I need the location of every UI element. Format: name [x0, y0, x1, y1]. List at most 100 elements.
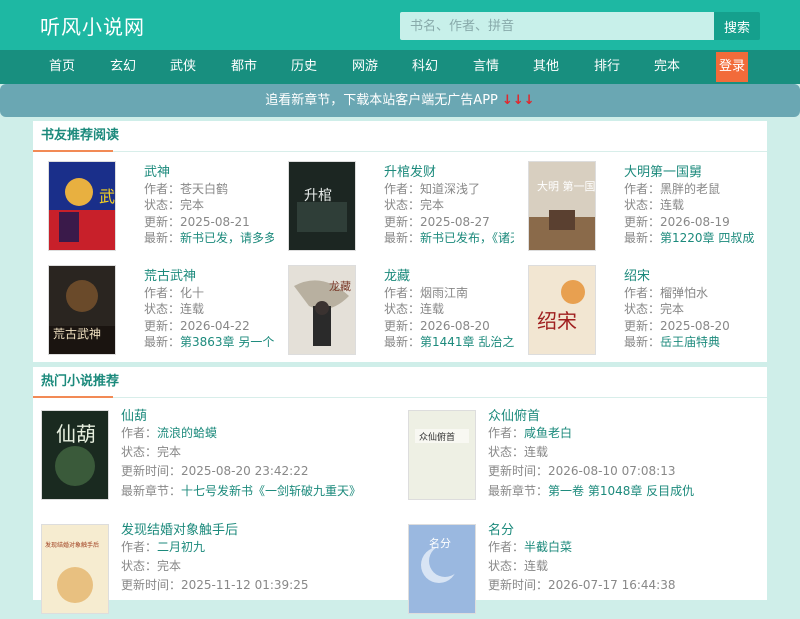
book-latest[interactable]: 最新章节：第一卷 第1048章 反目成仇 [488, 482, 694, 499]
book-status: 状态：完本 [121, 559, 182, 573]
book-author[interactable]: 作者：二月初九 [121, 538, 205, 555]
book-cover[interactable]: 仙葫 [41, 410, 109, 500]
login-button[interactable]: 登录 [716, 52, 748, 82]
book-author: 作者：烟雨江南 [384, 286, 469, 300]
recommend-panel: 书友推荐阅读 武神 武神 作者：苍天白鹤 状态：完本 更新：2025-08-21… [33, 121, 767, 362]
book-cover[interactable]: 武神 [48, 161, 116, 251]
book-status: 状态：连载 [624, 198, 685, 212]
book-title[interactable]: 名分 [488, 519, 514, 538]
book-status: 状态：完本 [121, 445, 182, 459]
down-arrows-icon: ↓↓↓ [502, 93, 535, 108]
app-download-banner[interactable]: 追看新章节，下载本站客户端无广告APP ↓↓↓ [0, 84, 800, 117]
book-item[interactable]: 龙藏 龙藏 作者：烟雨江南 状态：连载 更新：2026-08-20 最新：第14… [288, 265, 514, 360]
nav-item-yanqing[interactable]: 言情 [466, 50, 506, 84]
book-cover[interactable]: 发现结婚对象触手后 [41, 524, 109, 614]
nav-item-paihang[interactable]: 排行 [587, 50, 627, 84]
book-cover[interactable]: 荒古武神 [48, 265, 116, 355]
nav-item-xuanhuan[interactable]: 玄幻 [103, 50, 143, 84]
cover-title-xianhu: 仙葫 [56, 422, 96, 446]
book-updated: 更新：2026-08-20 [384, 319, 490, 333]
nav-item-lishi[interactable]: 历史 [284, 50, 324, 84]
book-updated: 更新时间：2025-08-20 23:42:22 [121, 464, 309, 478]
book-item[interactable]: 武神 武神 作者：苍天白鹤 状态：完本 更新：2025-08-21 最新：新书已… [48, 161, 274, 256]
book-title[interactable]: 发现结婚对象触手后 [121, 519, 238, 538]
cover-title-shaosong: 绍宋 [537, 309, 577, 333]
nav-item-kehuan[interactable]: 科幻 [405, 50, 445, 84]
hot-title: 热门小说推荐 [33, 367, 767, 398]
hot-book-item[interactable]: 名分 名分 作者：半截白菜 状态：连载 更新时间：2026-07-17 16:4… [408, 519, 738, 619]
book-title[interactable]: 升棺发财 [384, 161, 436, 180]
book-author: 作者：黑胖的老鼠 [624, 182, 721, 196]
book-latest[interactable]: 最新：第1220章 四叔成了 [624, 229, 754, 246]
book-updated: 更新：2025-08-27 [384, 215, 490, 229]
book-cover[interactable]: 大明 第一国舅 [528, 161, 596, 251]
book-title[interactable]: 武神 [144, 161, 170, 180]
book-title[interactable]: 绍宋 [624, 265, 650, 284]
search-input[interactable] [400, 12, 714, 40]
cover-title-longcang: 龙藏 [329, 280, 351, 293]
nav-item-wuxia[interactable]: 武侠 [163, 50, 203, 84]
book-item[interactable]: 大明 第一国舅 大明第一国舅 作者：黑胖的老鼠 状态：连载 更新：2026-08… [528, 161, 754, 256]
main-nav: 首页 玄幻 武侠 都市 历史 网游 科幻 言情 其他 排行 完本 登录 [0, 50, 800, 84]
nav-item-wanben[interactable]: 完本 [647, 50, 687, 84]
search-button[interactable]: 搜索 [714, 12, 760, 40]
book-cover[interactable]: 升棺 [288, 161, 356, 251]
book-title[interactable]: 仙葫 [121, 405, 147, 424]
book-status: 状态：连载 [488, 445, 549, 459]
cover-title-daming: 大明 第一国舅 [537, 179, 595, 193]
book-title[interactable]: 众仙俯首 [488, 405, 540, 424]
book-latest[interactable]: 最新：新书已发，请多多 [144, 229, 274, 246]
book-item[interactable]: 荒古武神 荒古武神 作者：化十 状态：连载 更新：2026-04-22 最新：第… [48, 265, 274, 360]
book-cover[interactable]: 龙藏 [288, 265, 356, 355]
hot-panel: 热门小说推荐 仙葫 仙葫 作者：流浪的蛤蟆 状态：完本 更新时间：2025-08… [33, 367, 767, 614]
book-author: 作者：苍天白鹤 [144, 182, 229, 196]
book-latest[interactable]: 最新：第3863章 另一个世 [144, 333, 274, 350]
site-logo[interactable]: 听风小说网 [40, 11, 145, 40]
book-title[interactable]: 荒古武神 [144, 265, 196, 284]
book-author: 作者：化十 [144, 286, 205, 300]
book-status: 状态：连载 [488, 559, 549, 573]
book-status: 状态：连载 [384, 302, 445, 316]
hot-book-item[interactable]: 仙葫 仙葫 作者：流浪的蛤蟆 状态：完本 更新时间：2025-08-20 23:… [41, 405, 371, 505]
book-status: 状态：完本 [624, 302, 685, 316]
book-cover[interactable]: 名分 [408, 524, 476, 614]
book-title[interactable]: 大明第一国舅 [624, 161, 702, 180]
book-latest[interactable]: 最新：第1441章 乱治之争 [384, 333, 514, 350]
book-latest[interactable]: 最新：新书已发布，《诸天 [384, 229, 514, 246]
book-updated: 更新：2025-08-21 [144, 215, 250, 229]
nav-item-dushi[interactable]: 都市 [224, 50, 264, 84]
nav-item-wangyou[interactable]: 网游 [345, 50, 385, 84]
site-header: 听风小说网 搜索 [0, 0, 800, 50]
book-updated: 更新：2025-08-20 [624, 319, 730, 333]
book-status: 状态：完本 [384, 198, 445, 212]
book-cover[interactable]: 绍宋 [528, 265, 596, 355]
cover-title-mingfen: 名分 [429, 536, 451, 550]
hot-book-item[interactable]: 众仙俯首 众仙俯首 作者：咸鱼老白 状态：连载 更新时间：2026-08-10 … [408, 405, 738, 505]
cover-title-faxian: 发现结婚对象触手后 [45, 541, 99, 549]
book-latest[interactable]: 最新章节：十七号发新书《一剑斩破九重天》 [121, 482, 361, 499]
book-cover[interactable]: 众仙俯首 [408, 410, 476, 500]
book-author: 作者：知道深浅了 [384, 182, 481, 196]
book-latest[interactable]: 最新：岳王庙特典 [624, 333, 720, 350]
cover-title-zhongxian: 众仙俯首 [419, 431, 455, 443]
nav-item-qita[interactable]: 其他 [526, 50, 566, 84]
book-status: 状态：完本 [144, 198, 205, 212]
book-updated: 更新：2026-04-22 [144, 319, 250, 333]
recommend-title: 书友推荐阅读 [33, 121, 767, 152]
book-updated: 更新时间：2026-07-17 16:44:38 [488, 578, 676, 592]
book-item[interactable]: 绍宋 绍宋 作者：榴弹怕水 状态：完本 更新：2025-08-20 最新：岳王庙… [528, 265, 753, 360]
cover-title-shengguan: 升棺 [304, 188, 332, 204]
book-updated: 更新时间：2025-11-12 01:39:25 [121, 578, 309, 592]
nav-item-home[interactable]: 首页 [42, 50, 82, 84]
cover-title-huanggu: 荒古武神 [53, 326, 101, 341]
book-updated: 更新：2026-08-19 [624, 215, 730, 229]
book-author[interactable]: 作者：流浪的蛤蟆 [121, 424, 217, 441]
book-title[interactable]: 龙藏 [384, 265, 410, 284]
book-author[interactable]: 作者：咸鱼老白 [488, 424, 572, 441]
book-updated: 更新时间：2026-08-10 07:08:13 [488, 464, 676, 478]
banner-text: 追看新章节，下载本站客户端无广告APP [265, 93, 498, 108]
book-author[interactable]: 作者：半截白菜 [488, 538, 572, 555]
hot-book-item[interactable]: 发现结婚对象触手后 发现结婚对象触手后 作者：二月初九 状态：完本 更新时间：2… [41, 519, 371, 619]
cover-title-wushen: 武神 [99, 187, 115, 206]
book-item[interactable]: 升棺 升棺发财 作者：知道深浅了 状态：完本 更新：2025-08-27 最新：… [288, 161, 514, 256]
